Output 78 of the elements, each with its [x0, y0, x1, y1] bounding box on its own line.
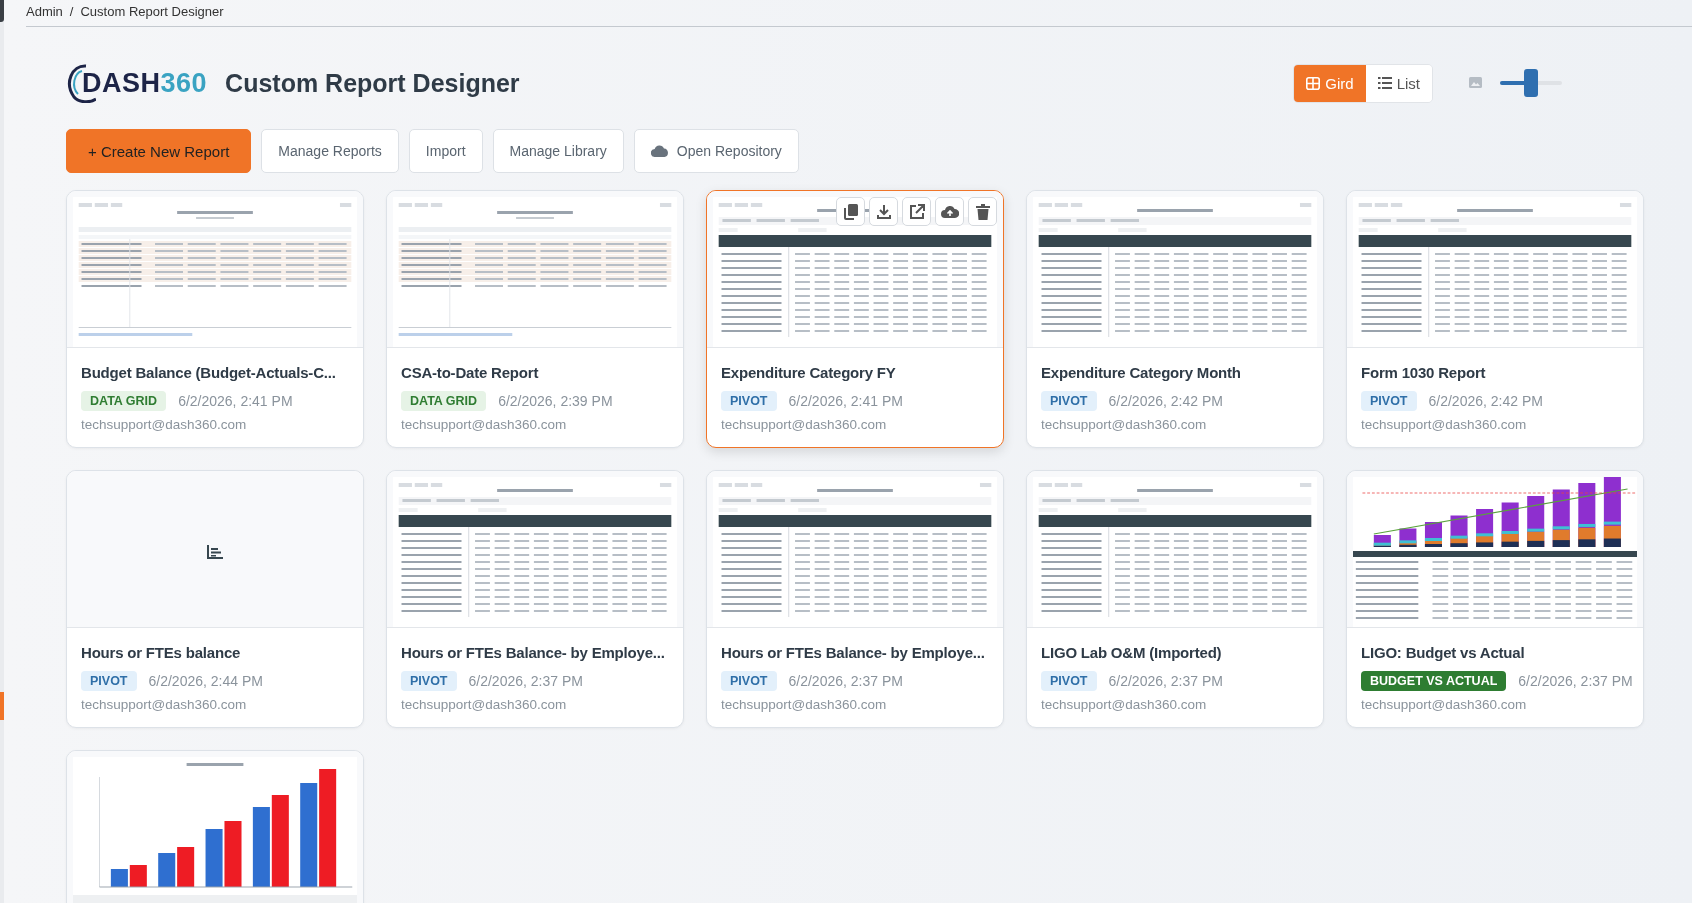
list-icon: [1377, 77, 1392, 89]
download-icon: [875, 203, 892, 220]
chart-icon: [207, 545, 223, 559]
open-repository-button[interactable]: Open Repository: [633, 129, 799, 173]
breadcrumb-link[interactable]: Admin: [26, 4, 63, 19]
report-type-tag: PIVOT: [1041, 391, 1097, 411]
toolbar-button[interactable]: Import: [408, 129, 483, 173]
report-card[interactable]: Hours or FTEs balance PIVOT 6/2/2026, 2:44 PM techsupport@dash360.com: [66, 470, 364, 728]
modified-date: 6/2/2026, 2:44 PM: [148, 673, 263, 689]
author-email: techsupport@dash360.com: [1041, 417, 1208, 432]
report-card[interactable]: Hours or FTEs Balance- by Employe... PIVOT 6/2/2026, 2:37 PM techsupport@dash360.com: [386, 470, 684, 728]
copy-button[interactable]: [836, 197, 865, 226]
copy-icon: [843, 203, 858, 220]
download-button[interactable]: [869, 197, 898, 226]
modified-date: 6/2/2026, 2:37 PM: [1108, 673, 1223, 689]
modified-date: 6/2/2026, 2:37 PM: [468, 673, 583, 689]
report-title: LIGO Lab O&M (Imported): [1041, 644, 1222, 661]
create-report-button[interactable]: + Create New Report: [66, 129, 252, 173]
author-email: techsupport@dash360.com: [81, 697, 248, 712]
toolbar-button[interactable]: Manage Library: [492, 129, 624, 173]
size-slider[interactable]: [1500, 69, 1562, 97]
author-email: techsupport@dash360.com: [1361, 697, 1528, 712]
report-type-tag: DATA GRID: [401, 391, 487, 411]
report-type-tag: DATA GRID: [81, 391, 167, 411]
report-card[interactable]: Budget Balance (Budget-Actuals-C... DATA GRID 6/2/2026, 2:41 PM techsupport@dash360.com: [66, 190, 364, 448]
report-type-tag: PIVOT: [1041, 671, 1097, 691]
image-icon: [1469, 77, 1482, 88]
report-card[interactable]: Hours or FTEs Balance- by Employe... PIVOT 6/2/2026, 2:37 PM techsupport@dash360.com: [706, 470, 1004, 728]
cloud-icon: [650, 145, 668, 157]
modified-date: 6/2/2026, 2:39 PM: [498, 393, 613, 409]
trash-icon: [975, 203, 990, 220]
report-type-tag: PIVOT: [721, 671, 777, 691]
report-type-tag: PIVOT: [1361, 391, 1417, 411]
modified-date: 6/2/2026, 2:42 PM: [1428, 393, 1543, 409]
report-title: CSA-to-Date Report: [401, 364, 539, 381]
view-tab[interactable]: List: [1365, 64, 1432, 102]
external-link-icon: [908, 203, 925, 220]
report-card[interactable]: Expenditure Category Month PIVOT 6/2/2026, 2:42 PM techsupport@dash360.com: [1026, 190, 1324, 448]
author-email: techsupport@dash360.com: [721, 697, 888, 712]
report-card[interactable]: LIGO: Budget vs Actual BUDGET VS ACTUAL 6/2/2026, 2:37 PM techsupport@dash360.com: [1346, 470, 1644, 728]
breadcrumb-separator: /: [69, 4, 74, 19]
author-email: techsupport@dash360.com: [81, 417, 248, 432]
modified-date: 6/2/2026, 2:37 PM: [1518, 673, 1633, 689]
modified-date: 6/2/2026, 2:41 PM: [178, 393, 293, 409]
report-title: Expenditure Category Month: [1041, 364, 1241, 381]
toolbar-button[interactable]: Manage Reports: [261, 129, 399, 173]
report-card[interactable]: Form 1030 Report PIVOT 6/2/2026, 2:42 PM techsupport@dash360.com: [1346, 190, 1644, 448]
cloud-upload-icon: [940, 204, 959, 219]
author-email: techsupport@dash360.com: [721, 417, 888, 432]
report-type-tag: PIVOT: [81, 671, 137, 691]
report-title: Hours or FTEs Balance- by Employe...: [401, 644, 665, 661]
report-type-tag: PIVOT: [721, 391, 777, 411]
upload-button[interactable]: [935, 197, 964, 226]
author-email: techsupport@dash360.com: [401, 417, 568, 432]
slider-thumb[interactable]: [1524, 69, 1538, 97]
breadcrumb-current: Custom Report Designer: [80, 4, 224, 19]
author-email: techsupport@dash360.com: [1041, 697, 1208, 712]
report-type-tag: BUDGET VS ACTUAL: [1361, 671, 1507, 691]
modified-date: 6/2/2026, 2:41 PM: [788, 393, 903, 409]
logo: DASH360: [66, 63, 208, 103]
author-email: techsupport@dash360.com: [1361, 417, 1528, 432]
grid-icon: [1306, 76, 1321, 90]
open-button[interactable]: [902, 197, 931, 226]
modified-date: 6/2/2026, 2:42 PM: [1108, 393, 1223, 409]
report-card[interactable]: LIGO Lab O&M (Imported) PIVOT 6/2/2026, 2:37 PM techsupport@dash360.com: [1026, 470, 1324, 728]
report-card[interactable]: CSA-to-Date Report DATA GRID 6/2/2026, 2:39 PM techsupport@dash360.com: [386, 190, 684, 448]
report-title: Form 1030 Report: [1361, 364, 1486, 381]
author-email: techsupport@dash360.com: [401, 697, 568, 712]
report-type-tag: PIVOT: [401, 671, 457, 691]
delete-button[interactable]: [968, 197, 997, 226]
report-title: Hours or FTEs Balance- by Employe...: [721, 644, 985, 661]
report-title: Budget Balance (Budget-Actuals-C...: [81, 364, 336, 381]
report-title: Hours or FTEs balance: [81, 644, 241, 661]
report-card[interactable]: Expenditure Category FY PIVOT 6/2/2026, 2:41 PM techsupport@dash360.com: [706, 190, 1004, 448]
report-title: Expenditure Category FY: [721, 364, 896, 381]
modified-date: 6/2/2026, 2:37 PM: [788, 673, 903, 689]
report-title: LIGO: Budget vs Actual: [1361, 644, 1525, 661]
page-title: Custom Report Designer: [225, 68, 520, 98]
